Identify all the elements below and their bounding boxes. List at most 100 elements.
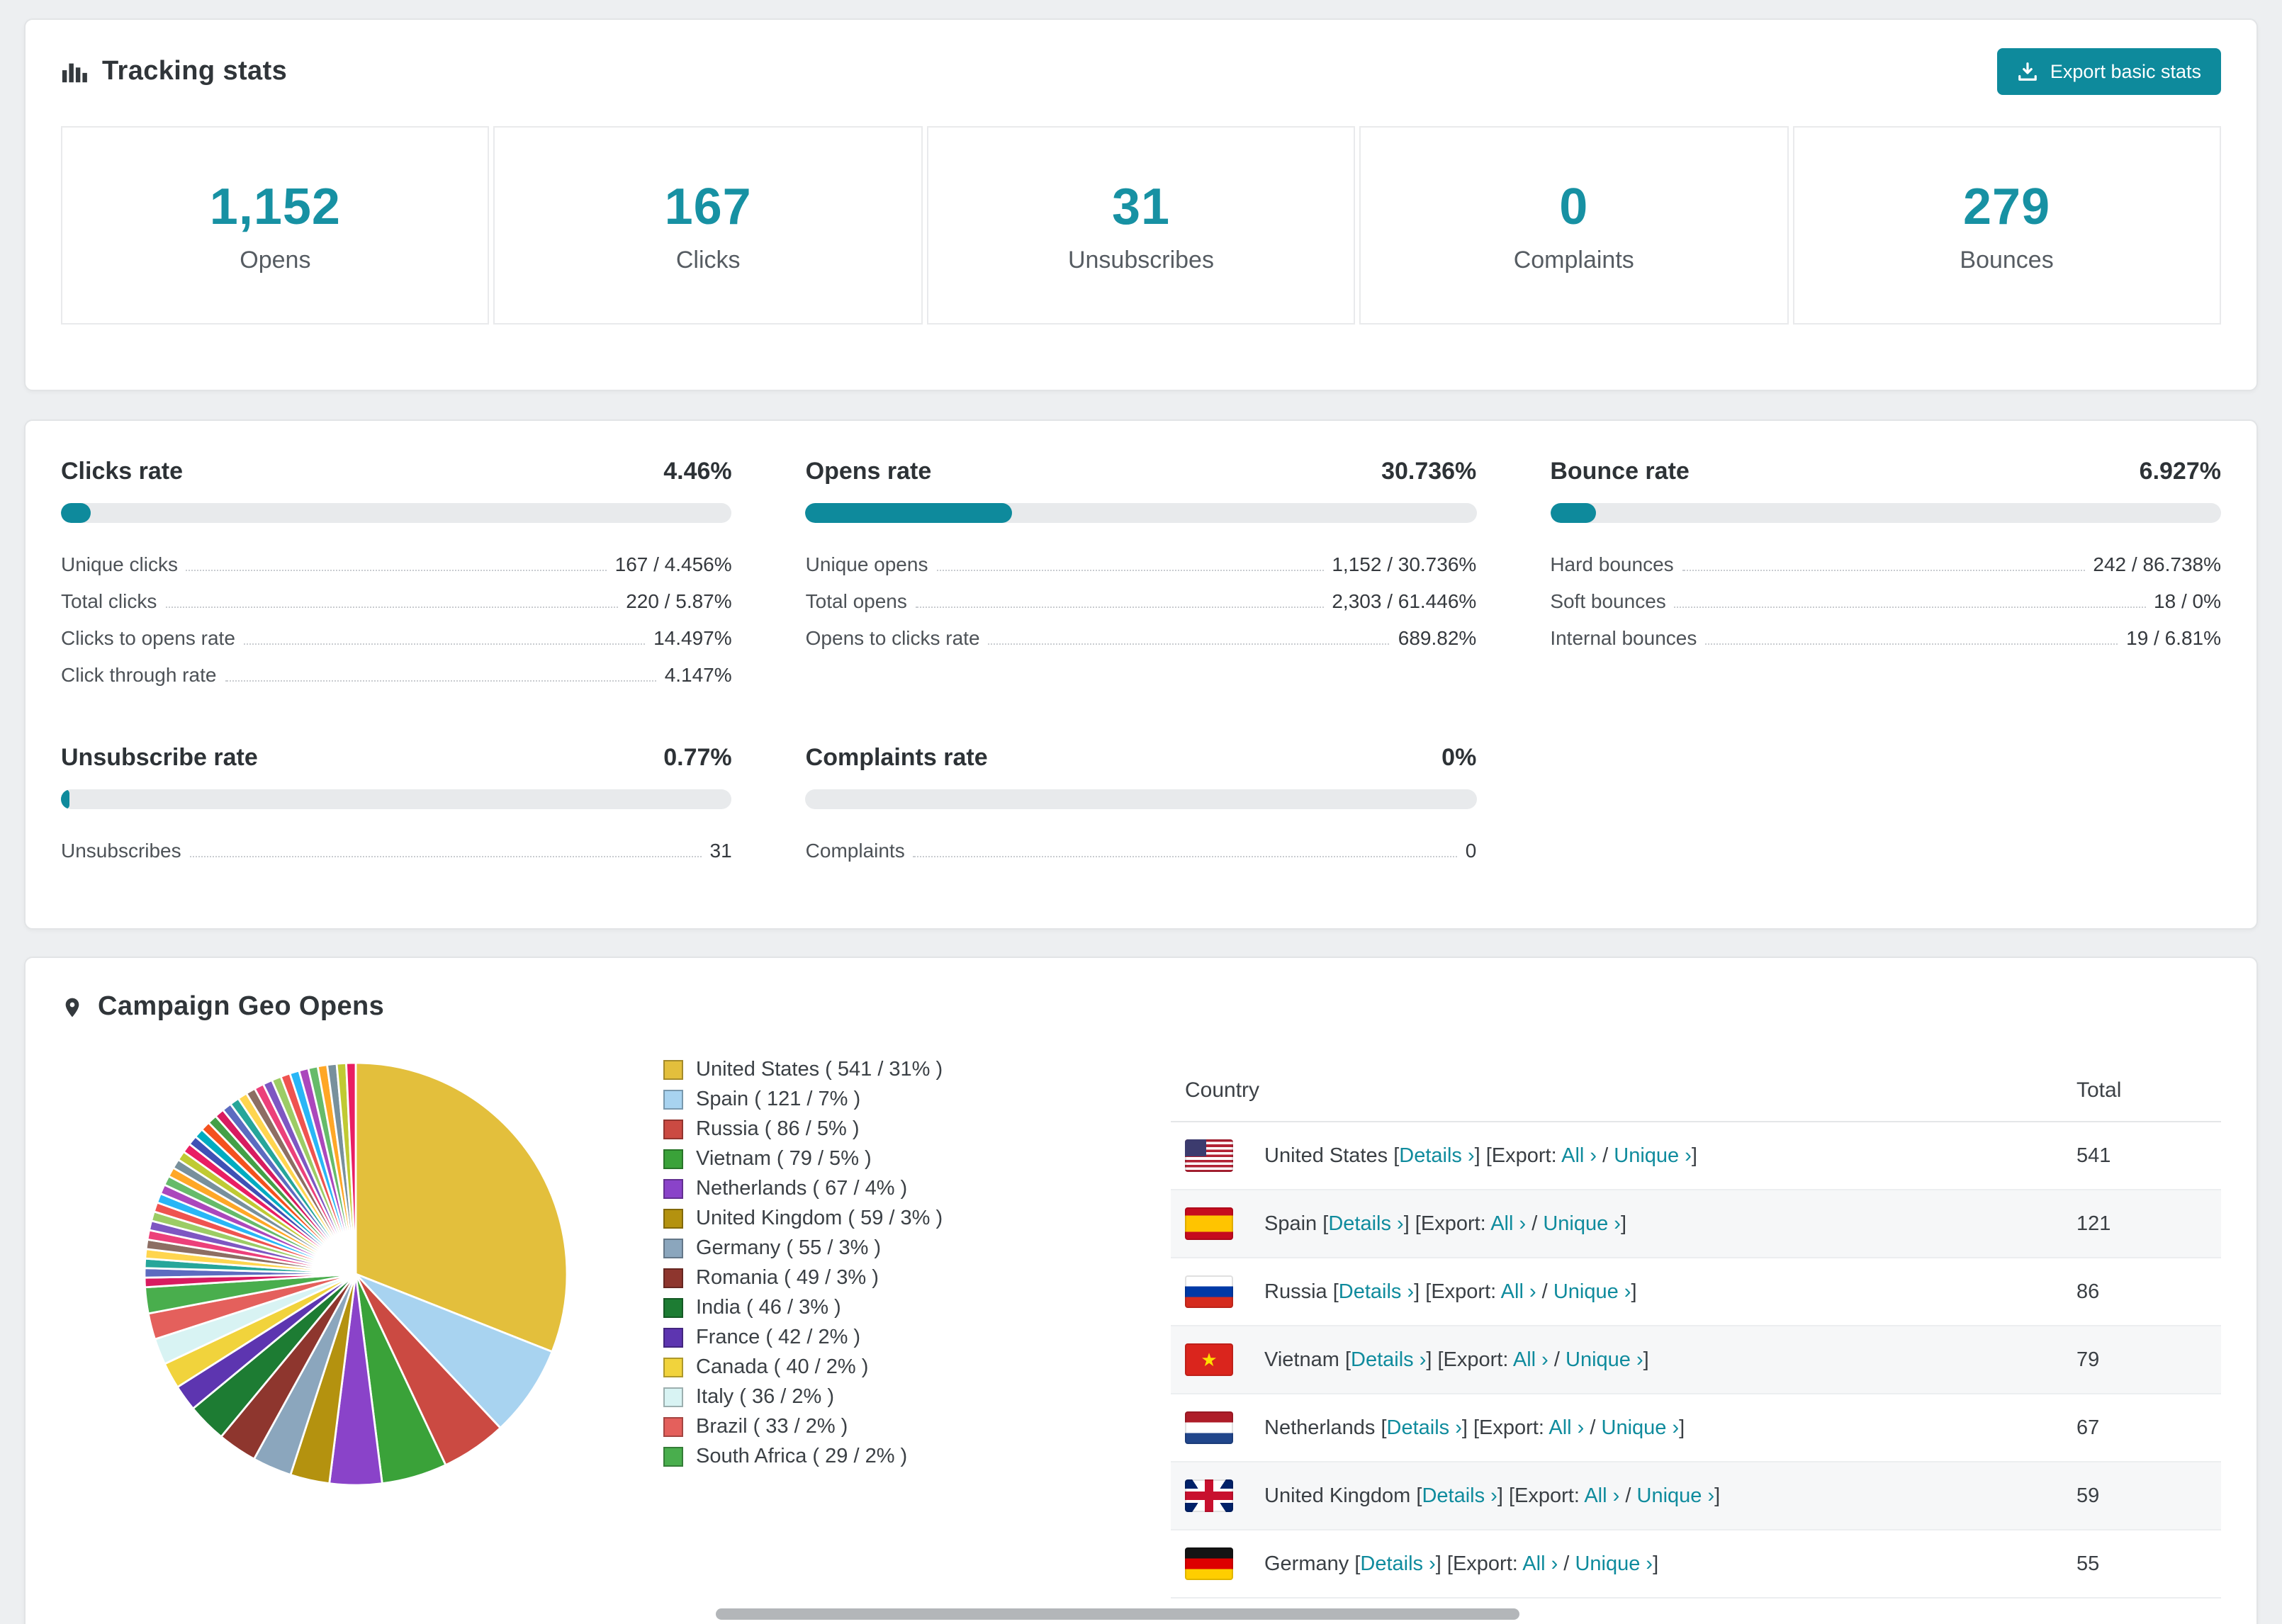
rate-detail-value: 18 / 0% [2154,590,2221,612]
stat-label: Complaints [1513,246,1634,273]
legend-swatch [663,1209,683,1229]
details-link[interactable]: Details › [1387,1416,1462,1439]
export-basic-stats-button[interactable]: Export basic stats [1997,48,2221,95]
rate-head: Bounce rate 6.927% [1550,458,2221,486]
total-cell: 541 [2062,1122,2221,1190]
dotted-leader [243,643,646,645]
tracking-stats-card: Tracking stats Export basic stats 1,152 … [24,18,2258,391]
rate-progress-bar [805,789,1477,809]
legend-label: United States ( 541 / 31% ) [696,1059,943,1081]
rate-block: Clicks rate 4.46% Unique clicks 167 / 4.… [61,458,732,693]
rate-progress-bar [61,503,732,523]
rate-detail-label: Unique clicks [61,553,178,575]
rate-detail-row: Click through rate 4.147% [61,656,732,693]
geo-pie-chart [142,1060,570,1495]
dotted-leader [936,570,1324,571]
export-all-link[interactable]: All › [1490,1212,1526,1235]
export-unique-link[interactable]: Unique › [1543,1212,1621,1235]
stat-value: 167 [664,176,752,235]
horizontal-scrollbar-thumb[interactable] [716,1608,1519,1620]
legend-swatch [663,1447,683,1467]
legend-swatch [663,1239,683,1259]
legend-swatch [663,1298,683,1319]
details-link[interactable]: Details › [1339,1280,1414,1303]
legend-swatch [663,1179,683,1200]
gb-flag-icon [1185,1479,1233,1512]
rate-detail-label: Opens to clicks rate [805,626,980,649]
export-unique-link[interactable]: Unique › [1553,1280,1631,1303]
tracking-stats-title: Tracking stats [61,56,287,87]
geo-table-row: Russia [Details ›] [Export: All › / Uniq… [1171,1258,2221,1326]
nl-flag-icon [1185,1411,1233,1444]
rate-value: 30.736% [1381,458,1477,485]
geo-table-row: United States [Details ›] [Export: All ›… [1171,1122,2221,1190]
dotted-leader [988,643,1390,645]
country-cell: United States [Details ›] [Export: All ›… [1250,1122,2062,1190]
rate-block: Bounce rate 6.927% Hard bounces 242 / 86… [1550,458,2221,693]
legend-swatch [663,1358,683,1378]
country-name: Germany [1264,1552,1349,1575]
legend-item: India ( 46 / 3% ) [663,1298,1089,1319]
rate-detail-row: Complaints 0 [806,832,1477,869]
rates-grid: Clicks rate 4.46% Unique clicks 167 / 4.… [61,458,2221,869]
rate-detail-value: 1,152 / 30.736% [1332,553,1477,575]
export-all-link[interactable]: All › [1522,1552,1558,1575]
total-cell: 67 [2062,1394,2221,1462]
details-link[interactable]: Details › [1399,1144,1474,1167]
geo-table: Country Total United States [Details ›] … [1171,1060,2221,1598]
export-unique-link[interactable]: Unique › [1566,1348,1643,1371]
legend-swatch [663,1120,683,1140]
export-all-link[interactable]: All › [1548,1416,1584,1439]
export-all-link[interactable]: All › [1513,1348,1548,1371]
dotted-leader [165,607,618,608]
export-unique-link[interactable]: Unique › [1637,1484,1715,1507]
legend-item: Germany ( 55 / 3% ) [663,1239,1089,1259]
details-link[interactable]: Details › [1351,1348,1426,1371]
country-name: Russia [1264,1280,1327,1303]
stat-box-clicks: 167 Clicks [493,126,923,325]
bar-chart-icon [62,63,87,83]
legend-item: Canada ( 40 / 2% ) [663,1358,1089,1378]
rate-detail-row: Total opens 2,303 / 61.446% [806,582,1477,619]
details-link[interactable]: Details › [1360,1552,1435,1575]
country-cell: Russia [Details ›] [Export: All › / Uniq… [1250,1258,2062,1326]
tracking-stats-header: Tracking stats Export basic stats [61,48,2221,95]
rate-detail-value: 2,303 / 61.446% [1332,590,1477,612]
page: Tracking stats Export basic stats 1,152 … [0,0,2282,1624]
legend-label: France ( 42 / 2% ) [696,1326,861,1349]
details-link[interactable]: Details › [1328,1212,1403,1235]
rate-detail-label: Clicks to opens rate [61,626,235,649]
export-unique-link[interactable]: Unique › [1575,1552,1653,1575]
export-unique-link[interactable]: Unique › [1614,1144,1692,1167]
legend-item: Netherlands ( 67 / 4% ) [663,1179,1089,1200]
rate-detail-label: Hard bounces [1550,553,1674,575]
country-name: United States [1264,1144,1388,1167]
ru-flag-icon [1185,1275,1233,1308]
dotted-leader [913,856,1457,857]
export-all-link[interactable]: All › [1584,1484,1619,1507]
legend-label: Romania ( 49 / 3% ) [696,1267,879,1290]
export-basic-stats-label: Export basic stats [2050,61,2201,82]
legend-swatch [663,1268,683,1289]
rate-detail-value: 220 / 5.87% [626,590,732,612]
legend-label: South Africa ( 29 / 2% ) [696,1445,908,1468]
rate-detail-row: Soft bounces 18 / 0% [1550,582,2221,619]
rates-card: Clicks rate 4.46% Unique clicks 167 / 4.… [24,419,2258,930]
rate-head: Unsubscribe rate 0.77% [61,744,732,772]
country-cell: Netherlands [Details ›] [Export: All › /… [1250,1394,2062,1462]
flag-cell [1171,1530,1250,1598]
rate-detail-label: Internal bounces [1550,626,1697,649]
rate-detail-value: 167 / 4.456% [614,553,732,575]
rate-detail-row: Unique opens 1,152 / 30.736% [806,546,1477,582]
flag-cell [1171,1462,1250,1530]
export-all-link[interactable]: All › [1561,1144,1597,1167]
export-all-link[interactable]: All › [1501,1280,1536,1303]
rate-value: 4.46% [663,458,732,485]
rate-progress-fill [1550,503,1597,523]
rate-detail-row: Clicks to opens rate 14.497% [61,619,732,656]
geo-table-header-row: Country Total [1171,1060,2221,1122]
legend-label: Spain ( 121 / 7% ) [696,1088,861,1111]
legend-item: South Africa ( 29 / 2% ) [663,1447,1089,1467]
details-link[interactable]: Details › [1422,1484,1497,1507]
export-unique-link[interactable]: Unique › [1602,1416,1680,1439]
